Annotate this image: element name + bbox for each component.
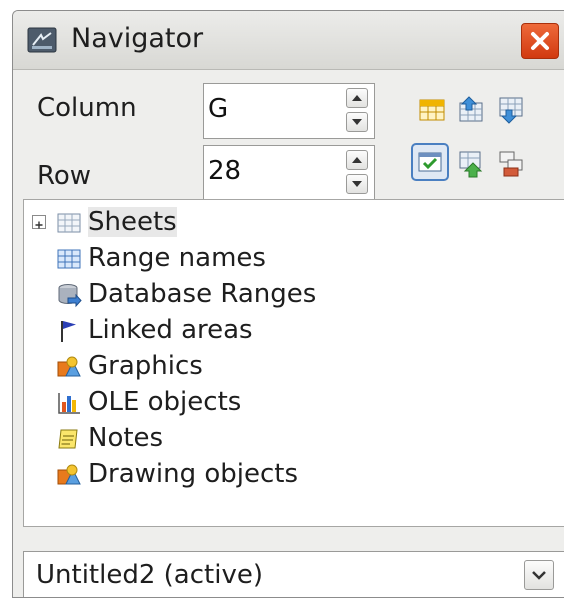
- document-select[interactable]: Untitled2 (active): [23, 551, 564, 597]
- tree-item-label: Notes: [88, 423, 164, 453]
- start-button[interactable]: [457, 95, 487, 125]
- tree-item-graphics[interactable]: Graphics: [24, 350, 544, 386]
- row-label: Row: [37, 161, 92, 191]
- plus-icon: [35, 221, 43, 229]
- navigator-window: Navigator Column G Row 28 Sheets Range n…: [12, 10, 564, 598]
- column-increment-button[interactable]: [346, 88, 368, 108]
- data-range-icon: [419, 99, 445, 121]
- tree-item-drawing-objects[interactable]: Drawing objects: [24, 458, 544, 494]
- title-bar[interactable]: Navigator: [13, 11, 564, 70]
- document-select-button[interactable]: [524, 560, 554, 590]
- data-range-button[interactable]: [417, 95, 447, 125]
- graphics-icon: [57, 356, 81, 377]
- toggle-contents-icon: [418, 152, 442, 172]
- tree-item-label: Range names: [88, 243, 266, 273]
- ole-chart-icon: [58, 393, 80, 414]
- row-increment-button[interactable]: [346, 150, 368, 170]
- start-icon: [459, 96, 483, 122]
- tree-item-range-names[interactable]: Range names: [24, 242, 544, 278]
- scenarios-icon: [459, 151, 483, 178]
- drag-mode-button[interactable]: [497, 149, 527, 179]
- end-button[interactable]: [497, 95, 527, 125]
- tree-item-notes[interactable]: Notes: [24, 422, 544, 458]
- tree-item-label: Database Ranges: [88, 279, 317, 309]
- close-button[interactable]: [521, 23, 559, 59]
- row-decrement-button[interactable]: [346, 174, 368, 194]
- column-decrement-button[interactable]: [346, 112, 368, 132]
- note-icon: [58, 429, 78, 449]
- column-label: Column: [37, 93, 137, 123]
- sheet-grid-icon: [57, 213, 81, 233]
- arrow-down-icon: [352, 119, 362, 125]
- tree-item-ole-objects[interactable]: OLE objects: [24, 386, 544, 422]
- arrow-up-icon: [352, 95, 362, 101]
- column-spinbox[interactable]: G: [203, 83, 375, 139]
- column-input[interactable]: G: [208, 94, 228, 124]
- drawing-icon: [57, 464, 81, 485]
- scenarios-button[interactable]: [457, 149, 487, 179]
- expand-toggle[interactable]: [32, 215, 46, 229]
- flag-icon: [61, 321, 76, 342]
- close-icon: [531, 32, 549, 50]
- arrow-down-icon: [352, 181, 362, 187]
- tree-item-database-ranges[interactable]: Database Ranges: [24, 278, 544, 314]
- row-spinbox[interactable]: 28: [203, 145, 375, 201]
- tree-item-label: Sheets: [88, 207, 177, 237]
- row-input[interactable]: 28: [208, 156, 241, 186]
- document-select-value: Untitled2 (active): [36, 560, 263, 590]
- content-tree[interactable]: Sheets Range names Database Ranges Linke…: [23, 199, 564, 527]
- range-names-icon: [57, 249, 81, 269]
- toggle-contents-button[interactable]: [411, 143, 449, 181]
- chevron-down-icon: [532, 571, 546, 580]
- tree-item-label: Drawing objects: [88, 459, 299, 489]
- drag-mode-icon: [499, 151, 523, 177]
- tree-item-label: Linked areas: [88, 315, 253, 345]
- tree-item-linked-areas[interactable]: Linked areas: [24, 314, 544, 350]
- tree-item-sheets[interactable]: Sheets: [24, 206, 544, 242]
- window-title: Navigator: [71, 23, 204, 54]
- end-icon: [499, 97, 523, 124]
- arrow-up-icon: [352, 157, 362, 163]
- tree-item-label: OLE objects: [88, 387, 242, 417]
- navigator-app-icon: [27, 27, 57, 53]
- database-icon: [58, 284, 82, 308]
- tree-item-label: Graphics: [88, 351, 203, 381]
